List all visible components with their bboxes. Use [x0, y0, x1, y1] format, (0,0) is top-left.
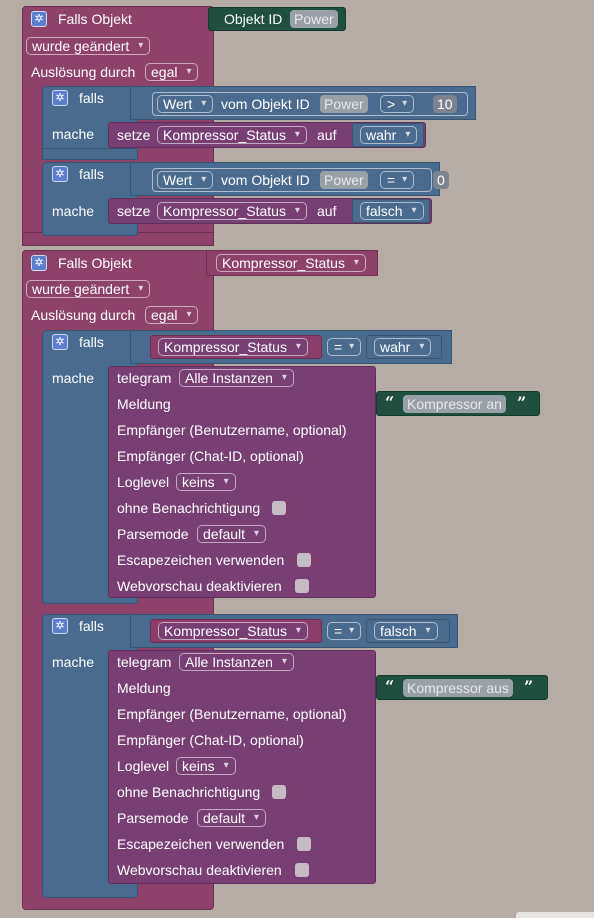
quote-close-icon: ”: [524, 677, 534, 696]
telegram-2-empf-chat-label: Empfänger (Chat-ID, optional): [117, 732, 304, 748]
event-2-change-dropdown[interactable]: wurde geändert: [26, 280, 151, 298]
quote-open-icon: “: [385, 393, 395, 412]
telegram-1-instances-dropdown[interactable]: Alle Instanzen: [179, 369, 294, 387]
event-1-title: Falls Objekt: [58, 11, 132, 27]
telegram-1-label: telegram: [117, 370, 172, 386]
telegram-2-loglevel-dropdown[interactable]: keins: [176, 757, 236, 775]
set-1-variable-dropdown[interactable]: Kompressor_Status: [157, 126, 307, 144]
if-1-vom-objekt-label: vom Objekt ID: [221, 96, 310, 112]
gear-icon[interactable]: ✲: [52, 334, 68, 350]
event-2-object-dropdown[interactable]: Kompressor_Status: [216, 254, 366, 272]
if-4-operator-dropdown[interactable]: =: [327, 622, 362, 640]
telegram-2-instances-dropdown[interactable]: Alle Instanzen: [179, 653, 294, 671]
quote-open-icon: “: [385, 677, 395, 696]
if-2-operator-dropdown[interactable]: =: [380, 171, 415, 189]
if-3-falls-label: falls: [79, 334, 104, 350]
if-3-mache-label: mache: [52, 370, 95, 386]
if-1-number-input[interactable]: 10: [433, 95, 457, 113]
if-4-falls-label: falls: [79, 618, 104, 634]
telegram-1-preview-checkbox[interactable]: [295, 579, 309, 593]
trigger-dropdown[interactable]: egal: [145, 63, 199, 81]
if-2-mache-label: mache: [52, 203, 95, 219]
telegram-2-preview-label: Webvorschau deaktivieren: [117, 862, 282, 878]
gear-icon[interactable]: ✲: [52, 90, 68, 106]
telegram-2-loglevel-label: Loglevel: [117, 758, 170, 774]
gear-icon[interactable]: ✲: [31, 255, 47, 271]
if-1-falls-label: falls: [79, 90, 104, 106]
set-2-setze-label: setze: [117, 203, 151, 219]
object-id-chip[interactable]: Power: [290, 10, 338, 28]
if-1-wert-dropdown[interactable]: Wert: [157, 95, 214, 113]
set-1-setze-label: setze: [117, 127, 151, 143]
telegram-2-meldung-label: Meldung: [117, 680, 171, 696]
telegram-2-empf-user-label: Empfänger (Benutzername, optional): [117, 706, 347, 722]
if-1-operator-dropdown[interactable]: >: [380, 95, 415, 113]
quote-close-icon: ”: [517, 393, 527, 412]
workspace-corner: [516, 912, 594, 918]
telegram-2-silent-checkbox[interactable]: [272, 785, 286, 799]
telegram-1-escape-checkbox[interactable]: [297, 553, 311, 567]
telegram-1-meldung-label: Meldung: [117, 396, 171, 412]
set-2-auf-label: auf: [317, 203, 337, 219]
if-4-value-dropdown[interactable]: falsch: [374, 622, 438, 640]
telegram-1-parsemode-label: Parsemode: [117, 526, 189, 542]
telegram-2-escape-checkbox[interactable]: [297, 837, 311, 851]
telegram-1-empf-chat-label: Empfänger (Chat-ID, optional): [117, 448, 304, 464]
if-4-mache-label: mache: [52, 654, 95, 670]
if-1-mache-label: mache: [52, 126, 95, 142]
if-2-falls-label: falls: [79, 166, 104, 182]
telegram-1-silent-checkbox[interactable]: [272, 501, 286, 515]
telegram-2-label: telegram: [117, 654, 172, 670]
event-2-title: Falls Objekt: [58, 255, 132, 271]
event-2-trigger-dropdown[interactable]: egal: [145, 306, 199, 324]
change-dropdown[interactable]: wurde geändert: [26, 37, 151, 55]
gear-icon[interactable]: ✲: [52, 166, 68, 182]
if-1-power-chip[interactable]: Power: [320, 95, 368, 113]
telegram-1-parsemode-dropdown[interactable]: default: [197, 525, 267, 543]
telegram-2-preview-checkbox[interactable]: [295, 863, 309, 877]
if-3-operator-dropdown[interactable]: =: [327, 338, 362, 356]
telegram-2-parsemode-dropdown[interactable]: default: [197, 809, 267, 827]
telegram-1-loglevel-label: Loglevel: [117, 474, 170, 490]
telegram-1-message-text[interactable]: Kompressor an: [403, 395, 506, 413]
telegram-1-loglevel-dropdown[interactable]: keins: [176, 473, 236, 491]
set-1-value-dropdown[interactable]: wahr: [360, 126, 418, 144]
telegram-1-empf-user-label: Empfänger (Benutzername, optional): [117, 422, 347, 438]
set-2-variable-dropdown[interactable]: Kompressor_Status: [157, 202, 307, 220]
telegram-2-escape-label: Escapezeichen verwenden: [117, 836, 285, 852]
event-2-trigger-label: Auslösung durch: [31, 307, 136, 323]
if-2-number-input[interactable]: 0: [433, 171, 449, 189]
if-3-variable-dropdown[interactable]: Kompressor_Status: [158, 338, 308, 356]
if-4-variable-dropdown[interactable]: Kompressor_Status: [158, 622, 308, 640]
set-1-auf-label: auf: [317, 127, 337, 143]
set-2-value-dropdown[interactable]: falsch: [360, 202, 424, 220]
if-3-value-dropdown[interactable]: wahr: [374, 338, 432, 356]
gear-icon[interactable]: ✲: [31, 11, 47, 27]
object-id-label: Objekt ID: [224, 11, 283, 27]
if-1-bottom: [42, 148, 138, 160]
if-2-power-chip[interactable]: Power: [320, 171, 368, 189]
telegram-2-parsemode-label: Parsemode: [117, 810, 189, 826]
telegram-1-escape-label: Escapezeichen verwenden: [117, 552, 285, 568]
gear-icon[interactable]: ✲: [52, 618, 68, 634]
telegram-2-silent-label: ohne Benachrichtigung: [117, 784, 261, 800]
if-2-wert-dropdown[interactable]: Wert: [157, 171, 214, 189]
if-2-vom-objekt-label: vom Objekt ID: [221, 172, 310, 188]
trigger-label: Auslösung durch: [31, 64, 136, 80]
telegram-1-silent-label: ohne Benachrichtigung: [117, 500, 261, 516]
telegram-1-preview-label: Webvorschau deaktivieren: [117, 578, 282, 594]
telegram-2-message-text[interactable]: Kompressor aus: [403, 679, 513, 697]
